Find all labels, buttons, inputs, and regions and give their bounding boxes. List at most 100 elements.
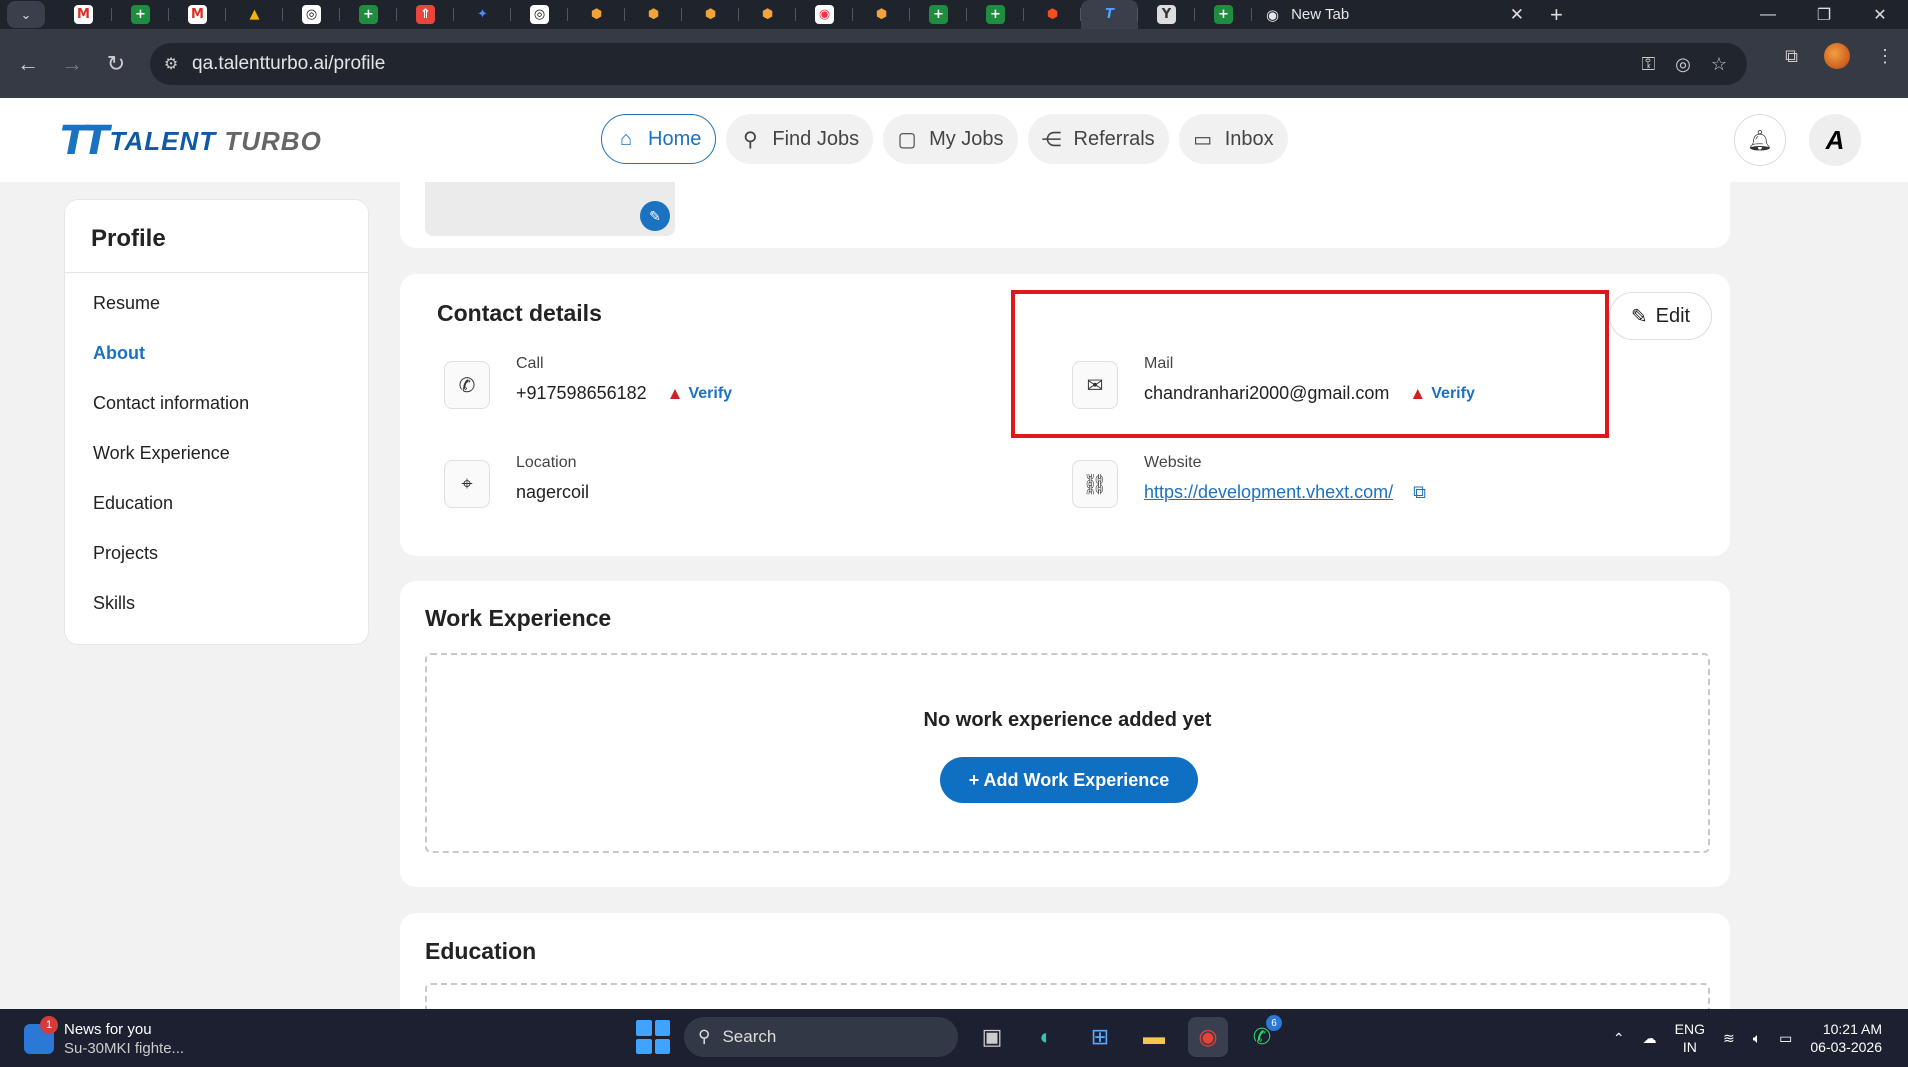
browser-tab[interactable]: ◎ [283, 0, 340, 29]
edge-icon[interactable]: ◐ [1026, 1017, 1066, 1057]
browser-tab[interactable]: + [910, 0, 967, 29]
nav-referrals[interactable]: ⋲ Referrals [1027, 114, 1169, 164]
app-icon: Y [1157, 5, 1176, 24]
chrome-icon: ◉ [1266, 6, 1280, 24]
browser-tab[interactable]: ✦ [454, 0, 511, 29]
volume-icon[interactable]: 🔈︎ [1753, 1030, 1761, 1047]
lang-region: IN [1682, 1039, 1697, 1055]
minimize-icon[interactable]: — [1740, 6, 1796, 24]
browser-tab[interactable]: M [169, 0, 226, 29]
clock[interactable]: 10:21 AM 06-03-2026 [1810, 1020, 1882, 1056]
nav-home[interactable]: ⌂ Home [601, 114, 717, 164]
talentturbo-logo[interactable]: TT TALENT TURBO [60, 118, 322, 164]
task-view-icon[interactable]: ▣ [972, 1017, 1012, 1057]
close-tab-icon[interactable]: ✕ [1510, 5, 1524, 25]
url-text[interactable]: qa.talentturbo.ai/profile [192, 53, 385, 75]
browser-tab[interactable]: ⬢ [625, 0, 682, 29]
menu-icon[interactable]: ⋮ [1876, 46, 1894, 67]
gemini-icon: ✦ [477, 7, 488, 22]
call-label: Call [516, 355, 544, 372]
browser-tab[interactable]: ▲ [226, 0, 283, 29]
website-link[interactable]: https://development.vhext.com/ [1144, 482, 1393, 503]
reload-icon[interactable]: ↻ [94, 51, 138, 77]
key-icon[interactable]: ⚿ [1641, 54, 1655, 75]
browser-tab[interactable]: ⬢ [739, 0, 796, 29]
highlight-box [1011, 290, 1609, 438]
address-bar[interactable]: ⚙ qa.talentturbo.ai/profile ⚿ ◎ ☆ [150, 43, 1747, 85]
chrome-taskbar-icon[interactable]: ◉ [1188, 1017, 1228, 1057]
browser-tab[interactable]: + [1195, 0, 1252, 29]
edit-photo-button[interactable]: ✎ [640, 201, 670, 231]
verify-phone-button[interactable]: ▲ Verify [667, 384, 732, 404]
tab-search-dropdown[interactable]: ⌄ [7, 1, 45, 28]
avatar-initials: A [1825, 124, 1845, 155]
browser-tab[interactable]: ⬢ [1024, 0, 1081, 29]
browser-tab[interactable]: ⬢ [568, 0, 625, 29]
browser-tab-newtab[interactable]: ◉ New Tab ✕ [1252, 0, 1542, 29]
search-icon: ⚲ [743, 128, 758, 151]
cloud-icon[interactable]: ☁ [1643, 1030, 1657, 1047]
browser-tab[interactable]: ◎ [511, 0, 568, 29]
taskbar-search[interactable]: ⚲ Search [684, 1017, 958, 1057]
whatsapp-icon[interactable]: ✆ 6 [1242, 1015, 1282, 1057]
app-icon: ◉ [815, 5, 834, 24]
call-value: +917598656182 [516, 383, 647, 403]
language-indicator[interactable]: ENG IN [1675, 1020, 1705, 1056]
store-icon[interactable]: ⊞ [1080, 1017, 1120, 1057]
browser-tab[interactable]: ⬢ [682, 0, 739, 29]
figma-icon: ⬢ [1046, 7, 1059, 22]
browser-tab[interactable]: M [55, 0, 112, 29]
browser-tab[interactable]: + [112, 0, 169, 29]
sidebar-item-skills[interactable]: Skills [65, 578, 368, 628]
browser-tab[interactable]: + [340, 0, 397, 29]
sidebar-item-about[interactable]: About [65, 328, 368, 378]
start-button[interactable] [636, 1020, 670, 1054]
site-info-icon[interactable]: ⚙ [150, 54, 192, 74]
browser-tab[interactable]: ◉ [796, 0, 853, 29]
nav-find-jobs[interactable]: ⚲ Find Jobs [726, 114, 874, 164]
browser-tab[interactable]: Y [1138, 0, 1195, 29]
eye-off-icon[interactable]: ◎ [1675, 54, 1691, 75]
chevron-up-icon[interactable]: ⌃ [1613, 1030, 1625, 1047]
cover-photo: ✎ [425, 182, 675, 236]
profile-avatar[interactable] [1824, 43, 1850, 69]
star-icon[interactable]: ☆ [1711, 54, 1727, 75]
nav-inbox[interactable]: ▭ Inbox [1178, 114, 1288, 164]
nav-my-jobs[interactable]: ▢ My Jobs [883, 114, 1018, 164]
edit-contact-button[interactable]: ✎ Edit [1609, 292, 1712, 340]
sidebar-item-work-experience[interactable]: Work Experience [65, 428, 368, 478]
phone-icon: ✆ [444, 361, 490, 409]
notifications-button[interactable]: 🔔︎ [1734, 114, 1786, 166]
work-experience-title: Work Experience [425, 605, 612, 631]
sidebar-item-projects[interactable]: Projects [65, 528, 368, 578]
wifi-icon[interactable]: ≋ [1723, 1030, 1735, 1047]
browser-tab[interactable]: + [967, 0, 1024, 29]
extensions-icon[interactable]: ⧉ [1785, 46, 1798, 67]
news-widget[interactable]: 1 News for you Su-30MKI fighte... [24, 1016, 184, 1058]
external-link-icon[interactable]: ⧉ [1413, 482, 1426, 503]
location-value: nagercoil [516, 482, 590, 502]
new-tab-button[interactable]: + [1550, 2, 1563, 28]
file-explorer-icon[interactable]: ▬ [1134, 1017, 1174, 1057]
forward-icon[interactable]: → [50, 51, 94, 77]
search-icon: ⚲ [698, 1027, 711, 1046]
back-icon[interactable]: ← [6, 51, 50, 77]
sidebar-item-education[interactable]: Education [65, 478, 368, 528]
briefcase-icon: ▢ [897, 128, 917, 151]
drive-icon: ▲ [249, 7, 260, 22]
browser-tab[interactable]: ⬢ [853, 0, 910, 29]
sidebar-item-resume[interactable]: Resume [65, 278, 368, 328]
sidebar-item-contact-information[interactable]: Contact information [65, 378, 368, 428]
close-window-icon[interactable]: ✕ [1852, 5, 1908, 25]
browser-tab[interactable]: ⇑ [397, 0, 454, 29]
work-experience-card: Work Experience No work experience added… [400, 581, 1730, 887]
browser-tabstrip: ⌄ M + M ▲ ◎ + ⇑ ✦ ◎ ⬢ ⬢ ⬢ ⬢ ◉ ⬢ + + ⬢ T … [0, 0, 1908, 29]
chatgpt-icon: ◎ [302, 5, 321, 24]
battery-icon[interactable]: ▭ [1779, 1030, 1792, 1047]
browser-tab-active[interactable]: T [1081, 0, 1138, 29]
add-work-experience-button[interactable]: + Add Work Experience [940, 757, 1198, 803]
os-taskbar: 1 News for you Su-30MKI fighte... ⚲ Sear… [0, 1009, 1908, 1067]
taskbar-search-label: Search [722, 1027, 777, 1046]
restore-icon[interactable]: ❐ [1796, 5, 1852, 25]
user-avatar[interactable]: A [1809, 114, 1861, 166]
